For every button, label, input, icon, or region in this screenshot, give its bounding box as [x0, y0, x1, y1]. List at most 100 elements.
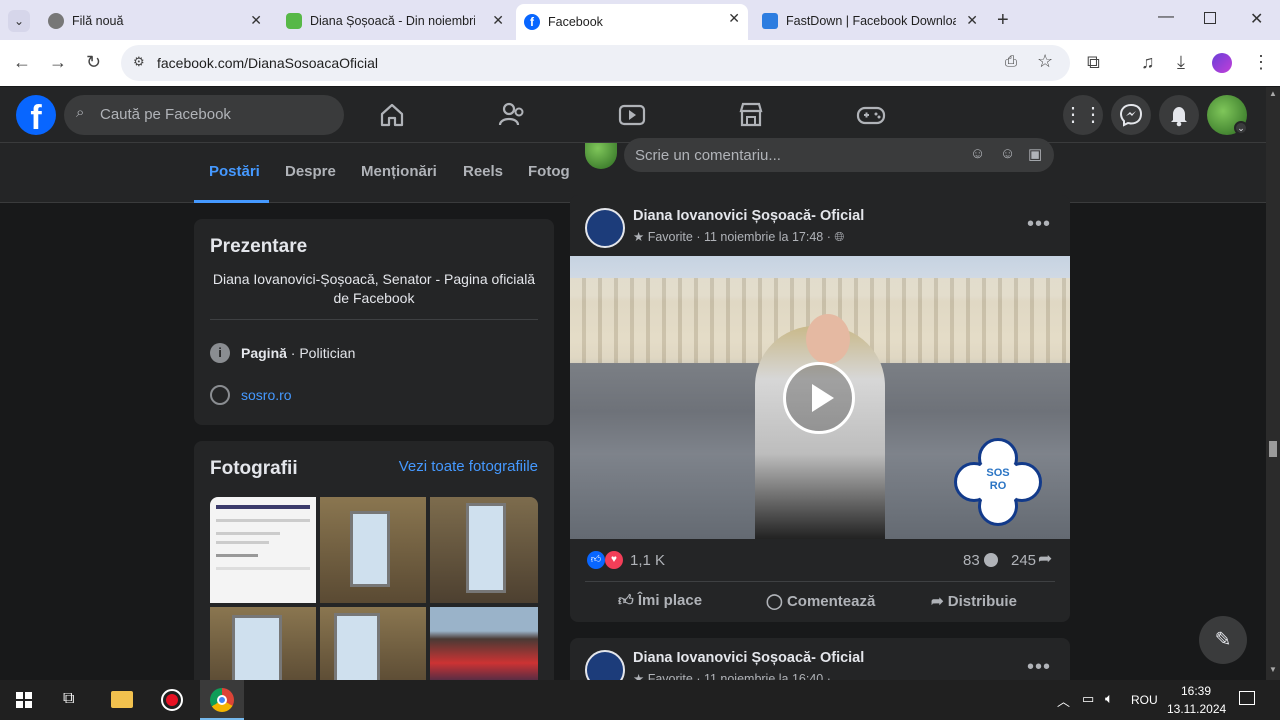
tab-reels[interactable]: Reels [463, 163, 503, 180]
avatar-sticker-icon[interactable]: ☺ [970, 145, 985, 162]
photo-thumbnail[interactable] [210, 607, 316, 680]
file-explorer-icon[interactable] [111, 691, 133, 708]
clock-time[interactable]: 16:39 [1181, 684, 1211, 698]
bookmark-star-icon[interactable]: ☆ [1037, 51, 1053, 72]
back-arrow-icon[interactable]: ← [13, 52, 31, 73]
star-icon: ★ [633, 230, 648, 244]
close-icon[interactable]: ✕ [492, 12, 504, 29]
like-reaction-icon: 👍︎ [587, 551, 605, 569]
windows-start-icon[interactable] [16, 692, 32, 708]
post-card: Diana Iovanovici Șoșoacă- Oficial ★ Favo… [570, 638, 1070, 680]
downloads-icon[interactable]: ⤓ [1177, 52, 1185, 73]
profile-avatar[interactable] [1212, 53, 1232, 73]
install-app-icon[interactable]: ⎙ [1005, 53, 1017, 70]
notifications-bell-icon[interactable] [1159, 95, 1199, 135]
close-icon[interactable]: ✕ [250, 12, 262, 29]
post-author[interactable]: Diana Iovanovici Șoșoacă- Oficial [633, 208, 864, 224]
sticker-icon[interactable]: ▣ [1028, 145, 1042, 163]
new-tab-plus-icon[interactable]: + [997, 9, 1009, 32]
reaction-count[interactable]: 1,1 K [630, 552, 665, 569]
comment-button[interactable]: ◯ Comentează [766, 592, 875, 610]
notification-center-icon[interactable] [1239, 691, 1255, 705]
play-button-icon[interactable] [783, 362, 855, 434]
page-scrollbar[interactable]: ▲ ▼ [1266, 87, 1280, 680]
marketplace-icon[interactable] [733, 97, 769, 133]
post-author[interactable]: Diana Iovanovici Șoșoacă- Oficial [633, 650, 864, 666]
photo-thumbnail[interactable] [320, 607, 426, 680]
tray-chevron-up-icon[interactable]: ︿ [1057, 691, 1070, 710]
tab-facebook[interactable]: f Facebook ✕ [516, 4, 748, 40]
facebook-logo[interactable]: f [16, 95, 56, 137]
more-menu-icon[interactable]: ⋮ [1252, 52, 1270, 73]
share-count[interactable]: 245 [1011, 552, 1036, 569]
minimize-icon[interactable]: — [1158, 8, 1174, 26]
video-play-icon [286, 13, 302, 29]
clock-date[interactable]: 13.11.2024 [1167, 702, 1226, 716]
page-avatar[interactable] [585, 650, 625, 680]
volume-icon[interactable]: 🔈︎ [1105, 690, 1113, 707]
url-text[interactable]: facebook.com/DianaSosoacaOficial [157, 55, 378, 71]
comment-bubble-icon [984, 553, 998, 567]
photo-thumbnail[interactable] [210, 497, 316, 603]
windows-taskbar: ⧉ ︿ ▭ 🔈︎ ROU 16:39 13.11.2024 [0, 680, 1280, 720]
close-icon[interactable]: ✕ [966, 12, 978, 29]
network-icon[interactable]: ▭ [1082, 691, 1094, 707]
home-icon[interactable] [374, 97, 410, 133]
tab-mentions[interactable]: Menționări [361, 163, 437, 180]
scroll-up-arrow-icon[interactable]: ▲ [1269, 89, 1277, 98]
friends-icon[interactable] [494, 97, 530, 133]
record-app-icon[interactable] [161, 689, 183, 711]
search-input[interactable]: ⌕ Caută pe Facebook [64, 95, 344, 135]
like-button[interactable]: 👍︎ Îmi place [618, 592, 702, 610]
scrollbar-thumb[interactable] [1269, 441, 1277, 457]
love-reaction-icon: ♥ [605, 551, 623, 569]
video-player[interactable]: SOS RO [570, 256, 1070, 539]
menu-grid-icon[interactable]: ⋮⋮ [1063, 95, 1103, 135]
photo-thumbnail[interactable] [430, 497, 538, 603]
input-language[interactable]: ROU [1131, 693, 1158, 707]
new-message-button[interactable]: ✎ [1199, 616, 1247, 664]
chevron-down-icon[interactable]: ⌄ [1234, 121, 1248, 135]
emoji-icon[interactable]: ☺ [1000, 145, 1015, 162]
post-options-icon[interactable]: ••• [1027, 213, 1051, 236]
tab-fastdown[interactable]: FastDown | Facebook Download ✕ [754, 6, 986, 36]
tab-diana-video[interactable]: Diana Șoșoacă - Din noiembrie ✕ [276, 6, 512, 36]
comment-input[interactable]: Scrie un comentariu... ☺ ☺ ▣ [624, 138, 1054, 172]
share-icon: ➦ [931, 593, 948, 610]
close-icon[interactable]: ✕ [728, 10, 740, 27]
video-icon[interactable] [614, 97, 650, 133]
task-view-icon[interactable]: ⧉ [63, 690, 74, 708]
tab-posts[interactable]: Postări [209, 163, 260, 180]
reload-icon[interactable]: ↻ [86, 52, 101, 73]
photo-thumbnail[interactable] [320, 497, 426, 603]
share-label: Distribuie [947, 593, 1017, 610]
media-control-icon[interactable]: ♫ [1141, 52, 1155, 73]
sos-ro-logo: SOS RO [954, 438, 1042, 526]
comment-count[interactable]: 83 [963, 552, 980, 569]
feed-column: Scrie un comentariu... ☺ ☺ ▣ [570, 138, 1070, 188]
share-button[interactable]: ➦ Distribuie [931, 592, 1017, 610]
scroll-down-arrow-icon[interactable]: ▼ [1269, 665, 1277, 674]
window-close-icon[interactable]: ✕ [1250, 9, 1263, 29]
messenger-icon[interactable] [1111, 95, 1151, 135]
extensions-icon[interactable]: ⧉ [1087, 52, 1100, 73]
omnibox[interactable]: ⚙ facebook.com/DianaSosoacaOficial ⎙ ☆ [121, 45, 1070, 81]
post-meta[interactable]: Favorite · 11 noiembrie la 17:48 · [648, 230, 831, 244]
tab-search-button[interactable]: ⌄ [8, 10, 30, 32]
chrome-taskbar-icon[interactable] [200, 680, 244, 720]
download-icon [762, 13, 778, 29]
tab-photos[interactable]: Fotogr [528, 163, 575, 180]
restore-icon[interactable] [1204, 12, 1216, 24]
post-options-icon[interactable]: ••• [1027, 656, 1051, 679]
tab-about[interactable]: Despre [285, 163, 336, 180]
thumbs-up-icon: 👍︎ [618, 592, 638, 609]
post-meta[interactable]: Favorite · 11 noiembrie la 16:40 · [648, 672, 831, 680]
see-all-photos-link[interactable]: Vezi toate fotografiile [399, 458, 538, 475]
gaming-icon[interactable] [853, 97, 889, 133]
page-avatar[interactable] [585, 208, 625, 248]
forward-arrow-icon[interactable]: → [49, 52, 67, 73]
website-link[interactable]: sosro.ro [241, 387, 292, 403]
site-info-icon[interactable]: ⚙ [133, 54, 145, 70]
photo-thumbnail[interactable] [430, 607, 538, 680]
tab-new-tab[interactable]: Filă nouă ✕ [38, 6, 270, 36]
